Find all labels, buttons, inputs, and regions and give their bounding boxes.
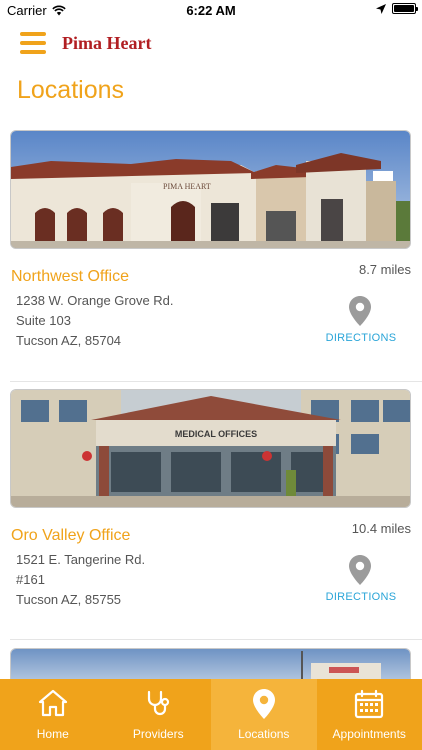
hamburger-menu-icon[interactable] xyxy=(20,32,46,54)
address-line: #161 xyxy=(16,572,45,587)
status-bar: Carrier 6:22 AM xyxy=(0,0,422,22)
tab-label: Providers xyxy=(132,727,184,741)
divider xyxy=(10,639,422,640)
tab-label: Home xyxy=(36,727,69,741)
directions-link[interactable]: DIRECTIONS xyxy=(311,332,411,344)
clock: 6:22 AM xyxy=(186,3,236,18)
location-photo: MEDICAL OFFICES xyxy=(10,389,411,508)
divider xyxy=(10,381,422,382)
home-icon xyxy=(38,689,67,717)
battery-icon xyxy=(392,3,418,14)
nav-bar: Pima Heart xyxy=(0,22,422,66)
location-arrow-icon xyxy=(376,3,386,14)
distance-label: 8.7 miles xyxy=(358,262,411,277)
office-name[interactable]: Northwest Office xyxy=(11,268,129,286)
address-line: Suite 103 xyxy=(16,313,71,328)
map-pin-icon[interactable] xyxy=(349,555,371,585)
location-photo: PIMA HEART xyxy=(10,130,411,249)
tab-bar: Home Providers Locations Appointments xyxy=(0,679,422,750)
app-title: Pima Heart xyxy=(62,33,152,53)
address-line: 1521 E. Tangerine Rd. xyxy=(16,552,146,567)
map-pin-icon[interactable] xyxy=(349,296,371,326)
distance-label: 10.4 miles xyxy=(351,521,411,536)
page-title: Locations xyxy=(17,76,125,104)
map-pin-icon xyxy=(252,689,275,719)
tab-label: Appointments xyxy=(332,727,406,741)
office-name[interactable]: Oro Valley Office xyxy=(11,527,130,545)
tab-label: Locations xyxy=(238,727,290,741)
address-line: Tucson AZ, 85755 xyxy=(16,592,122,607)
tab-providers[interactable]: Providers xyxy=(106,679,212,750)
stethoscope-icon xyxy=(148,690,170,716)
building-sign: PIMA HEART xyxy=(163,182,211,191)
tab-appointments[interactable]: Appointments xyxy=(317,679,422,750)
address-line: 1238 W. Orange Grove Rd. xyxy=(16,293,174,308)
calendar-icon xyxy=(355,689,384,719)
address-line: Tucson AZ, 85704 xyxy=(16,333,122,348)
tab-locations[interactable]: Locations xyxy=(211,679,317,750)
directions-link[interactable]: DIRECTIONS xyxy=(311,591,411,603)
tab-home[interactable]: Home xyxy=(0,679,106,750)
building-sign: MEDICAL OFFICES xyxy=(175,429,257,439)
